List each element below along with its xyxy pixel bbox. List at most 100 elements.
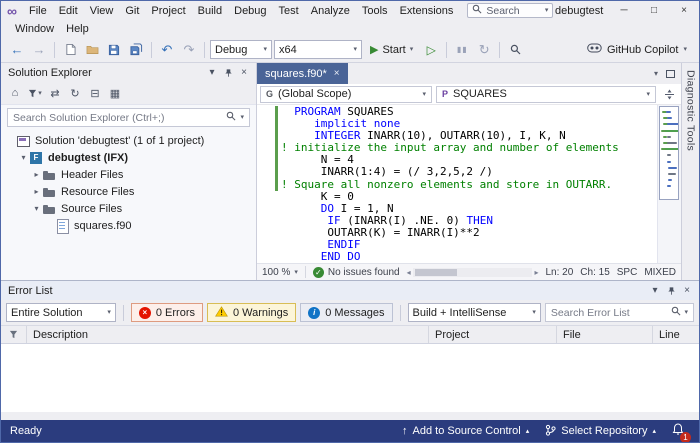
document-health-indicator[interactable]: ✓ No issues found (313, 267, 400, 278)
save-all-icon[interactable] (126, 40, 146, 60)
menu-tools[interactable]: Tools (356, 4, 394, 18)
find-in-files-icon[interactable] (505, 40, 525, 60)
code-area[interactable]: PROGRAM SQUARES implicit none INTEGER IN… (257, 105, 657, 263)
menu-test[interactable]: Test (273, 4, 305, 18)
tab-list-chevron-icon[interactable]: ▾ (654, 70, 658, 78)
github-copilot-button[interactable]: GitHub Copilot ▾ (581, 40, 693, 60)
error-source-dropdown[interactable]: Build + IntelliSense ▾ (408, 303, 541, 322)
collapsed-arrow-icon[interactable]: ▸ (31, 170, 42, 179)
collapse-all-icon[interactable]: ⊟ (86, 85, 104, 102)
split-editor-icon[interactable] (660, 89, 678, 100)
open-file-icon[interactable] (82, 40, 102, 60)
menu-help[interactable]: Help (60, 22, 95, 36)
scrollbar-thumb[interactable] (415, 269, 457, 276)
close-button[interactable]: × (669, 1, 699, 20)
float-window-icon[interactable] (666, 70, 675, 78)
tree-item-solution-debugtest-1-of-1-project[interactable]: Solution 'debugtest' (1 of 1 project) (1, 132, 256, 149)
menu-edit[interactable]: Edit (53, 4, 84, 18)
minimize-button[interactable]: ─ (609, 1, 639, 20)
save-icon[interactable] (104, 40, 124, 60)
code-line-13[interactable]: END DO (257, 251, 657, 263)
column-header-description[interactable]: Description (27, 326, 429, 343)
menu-extensions[interactable]: Extensions (394, 4, 460, 18)
error-list-header: Error List ▾ × (1, 281, 699, 300)
messages-filter-button[interactable]: i 0 Messages (300, 303, 392, 322)
line-indicator[interactable]: Ln: 20 (545, 267, 573, 278)
vertical-scrollbar[interactable] (657, 105, 681, 263)
member-dropdown[interactable]: P SQUARES ▾ (436, 86, 656, 103)
expanded-arrow-icon[interactable]: ▾ (31, 204, 42, 213)
menu-analyze[interactable]: Analyze (305, 4, 356, 18)
home-icon[interactable]: ⌂ (6, 85, 24, 102)
close-icon[interactable]: × (334, 68, 340, 79)
solution-explorer-search[interactable]: Search Solution Explorer (Ctrl+;) ▾ (7, 108, 250, 127)
diagnostic-tools-tab[interactable]: Diagnostic Tools (681, 63, 699, 280)
tree-item-header-files[interactable]: ▸Header Files (1, 166, 256, 183)
menu-build[interactable]: Build (192, 4, 228, 18)
zoom-control[interactable]: 100 % ▾ (262, 267, 298, 278)
pin-icon[interactable] (663, 283, 679, 298)
refresh-icon[interactable]: ↻ (66, 85, 84, 102)
start-debugging-button[interactable]: ▶ Start ▾ (364, 40, 419, 60)
filter-icon[interactable] (1, 326, 27, 343)
notifications-button[interactable]: 1 (672, 423, 684, 439)
expanded-arrow-icon[interactable]: ▾ (18, 153, 29, 162)
close-icon[interactable]: × (679, 283, 695, 298)
spaces-indicator[interactable]: SPC (617, 267, 638, 278)
configuration-dropdown[interactable]: Debug ▾ (210, 40, 272, 59)
navigate-forward-icon[interactable]: → (29, 40, 49, 60)
menu-view[interactable]: View (84, 4, 120, 18)
error-list-search[interactable]: Search Error List ▾ (545, 303, 694, 322)
search-placeholder: Search Error List (551, 307, 667, 319)
menu-debug[interactable]: Debug (228, 4, 272, 18)
break-all-icon[interactable]: ▮▮ (452, 40, 472, 60)
column-header-file[interactable]: File (557, 326, 653, 343)
close-icon[interactable]: × (236, 65, 252, 80)
scroll-left-icon[interactable]: ◂ (407, 268, 411, 277)
menu-project[interactable]: Project (145, 4, 191, 18)
menu-window[interactable]: Window (9, 22, 60, 36)
column-indicator[interactable]: Ch: 15 (580, 267, 609, 278)
error-list-column-headers: Description Project File Line (1, 326, 699, 344)
menu-file[interactable]: File (23, 4, 53, 18)
filter-icon[interactable]: ▾ (26, 85, 44, 102)
show-all-files-icon[interactable]: ▦ (106, 85, 124, 102)
tree-item-debugtest-ifx[interactable]: ▾debugtest (IFX) (1, 149, 256, 166)
title-search-box[interactable]: Search ▾ (467, 3, 553, 18)
warnings-filter-button[interactable]: 0 Warnings (207, 303, 296, 322)
play-icon: ▶ (370, 43, 378, 56)
info-icon: i (308, 307, 320, 319)
horizontal-scrollbar[interactable]: ◂ ▸ (407, 268, 539, 277)
undo-icon[interactable]: ↶ (157, 40, 177, 60)
separator (204, 42, 205, 58)
start-without-debugging-icon[interactable]: ▷ (421, 40, 441, 60)
menu-git[interactable]: Git (119, 4, 145, 18)
scrollbar-track[interactable] (413, 268, 533, 277)
separator (400, 305, 401, 321)
tab-squares-f90[interactable]: squares.f90* × (257, 63, 348, 84)
tree-item-source-files[interactable]: ▾Source Files (1, 200, 256, 217)
chevron-down-icon[interactable]: ▾ (647, 283, 663, 298)
add-to-source-control-button[interactable]: ↑ Add to Source Control ▴ (402, 425, 529, 437)
platform-dropdown[interactable]: x64 ▾ (274, 40, 362, 59)
maximize-button[interactable]: □ (639, 1, 669, 20)
hot-reload-icon[interactable]: ↻ (474, 40, 494, 60)
column-header-project[interactable]: Project (429, 326, 557, 343)
tree-item-resource-files[interactable]: ▸Resource Files (1, 183, 256, 200)
tree-item-squares-f90[interactable]: squares.f90 (1, 217, 256, 234)
collapsed-arrow-icon[interactable]: ▸ (31, 187, 42, 196)
errors-filter-button[interactable]: × 0 Errors (131, 303, 203, 322)
redo-icon[interactable]: ↷ (179, 40, 199, 60)
scope-dropdown[interactable]: G (Global Scope) ▾ (260, 86, 432, 103)
chevron-down-icon[interactable]: ▾ (204, 65, 220, 80)
scroll-right-icon[interactable]: ▸ (534, 268, 538, 277)
sync-with-active-document-icon[interactable]: ⇄ (46, 85, 64, 102)
navigate-back-icon[interactable]: ← (7, 40, 27, 60)
error-scope-dropdown[interactable]: Entire Solution ▾ (6, 303, 116, 322)
minimap[interactable] (659, 106, 679, 200)
column-header-line[interactable]: Line (653, 326, 699, 343)
line-ending-indicator[interactable]: MIXED (644, 267, 676, 278)
pin-icon[interactable] (220, 65, 236, 80)
select-repository-button[interactable]: Select Repository ▴ (545, 424, 656, 439)
new-file-icon[interactable] (60, 40, 80, 60)
